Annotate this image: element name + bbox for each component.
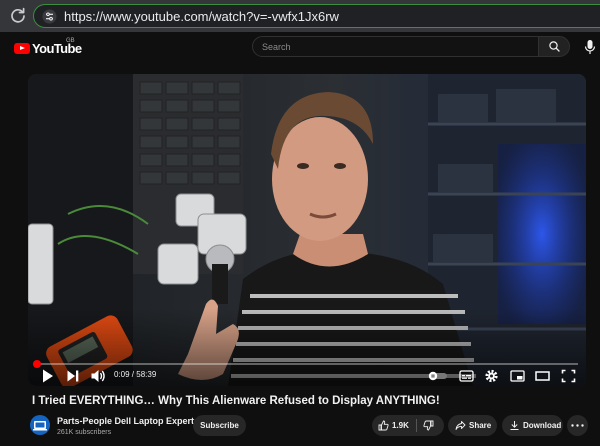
like-icon[interactable]: [378, 420, 389, 431]
theater-icon[interactable]: [535, 368, 550, 384]
channel-logo-icon: [33, 421, 47, 431]
channel-name[interactable]: Parts-People Dell Laptop Experts: [57, 416, 199, 426]
youtube-header: YouTube GB: [0, 32, 600, 64]
subscriber-count: 261K subscribers: [57, 429, 112, 436]
download-label: Download: [523, 421, 562, 430]
autoplay-toggle-icon[interactable]: [428, 368, 448, 384]
search-icon: [549, 41, 560, 52]
url-text[interactable]: https://www.youtube.com/watch?v=-vwfx1Jx…: [64, 9, 339, 24]
search-box[interactable]: [252, 36, 539, 57]
share-label: Share: [469, 421, 492, 430]
miniplayer-icon[interactable]: [510, 368, 525, 384]
time-total: 58:39: [136, 370, 157, 379]
share-button[interactable]: Share: [448, 415, 497, 436]
video-player[interactable]: 0:09 / 58:39: [28, 74, 586, 386]
fullscreen-icon[interactable]: [561, 368, 576, 384]
download-button[interactable]: Download: [502, 415, 563, 436]
browser-toolbar: https://www.youtube.com/watch?v=-vwfx1Jx…: [0, 0, 600, 32]
time-current: 0:09: [114, 370, 130, 379]
share-icon: [455, 421, 466, 430]
settings-icon[interactable]: [484, 368, 499, 384]
site-info-icon[interactable]: [42, 9, 57, 24]
dislike-icon[interactable]: [423, 420, 434, 431]
youtube-logo-icon: [14, 43, 30, 54]
time-display: 0:09 / 58:39: [114, 370, 156, 379]
next-icon[interactable]: [66, 368, 80, 384]
video-title: I Tried EVERYTHING… Why This Alienware R…: [32, 395, 440, 407]
region-code: GB: [66, 38, 75, 44]
mic-icon[interactable]: [583, 39, 597, 55]
more-actions-button[interactable]: [567, 415, 588, 436]
channel-avatar[interactable]: [30, 415, 50, 435]
more-icon: [571, 424, 584, 427]
play-icon[interactable]: [41, 368, 55, 384]
like-count[interactable]: 1.9K: [392, 421, 409, 430]
video-frame: [28, 74, 586, 386]
like-dislike-group: 1.9K: [372, 415, 444, 436]
subtitles-icon[interactable]: [459, 368, 474, 384]
reload-icon[interactable]: [9, 7, 27, 25]
like-divider: [416, 419, 417, 432]
download-icon: [510, 421, 519, 430]
search-button[interactable]: [538, 36, 570, 57]
progress-bar[interactable]: [33, 360, 578, 368]
search-input[interactable]: [262, 40, 532, 54]
address-bar[interactable]: https://www.youtube.com/watch?v=-vwfx1Jx…: [33, 4, 600, 28]
volume-icon[interactable]: [90, 368, 106, 384]
subscribe-button[interactable]: Subscribe: [193, 415, 246, 436]
